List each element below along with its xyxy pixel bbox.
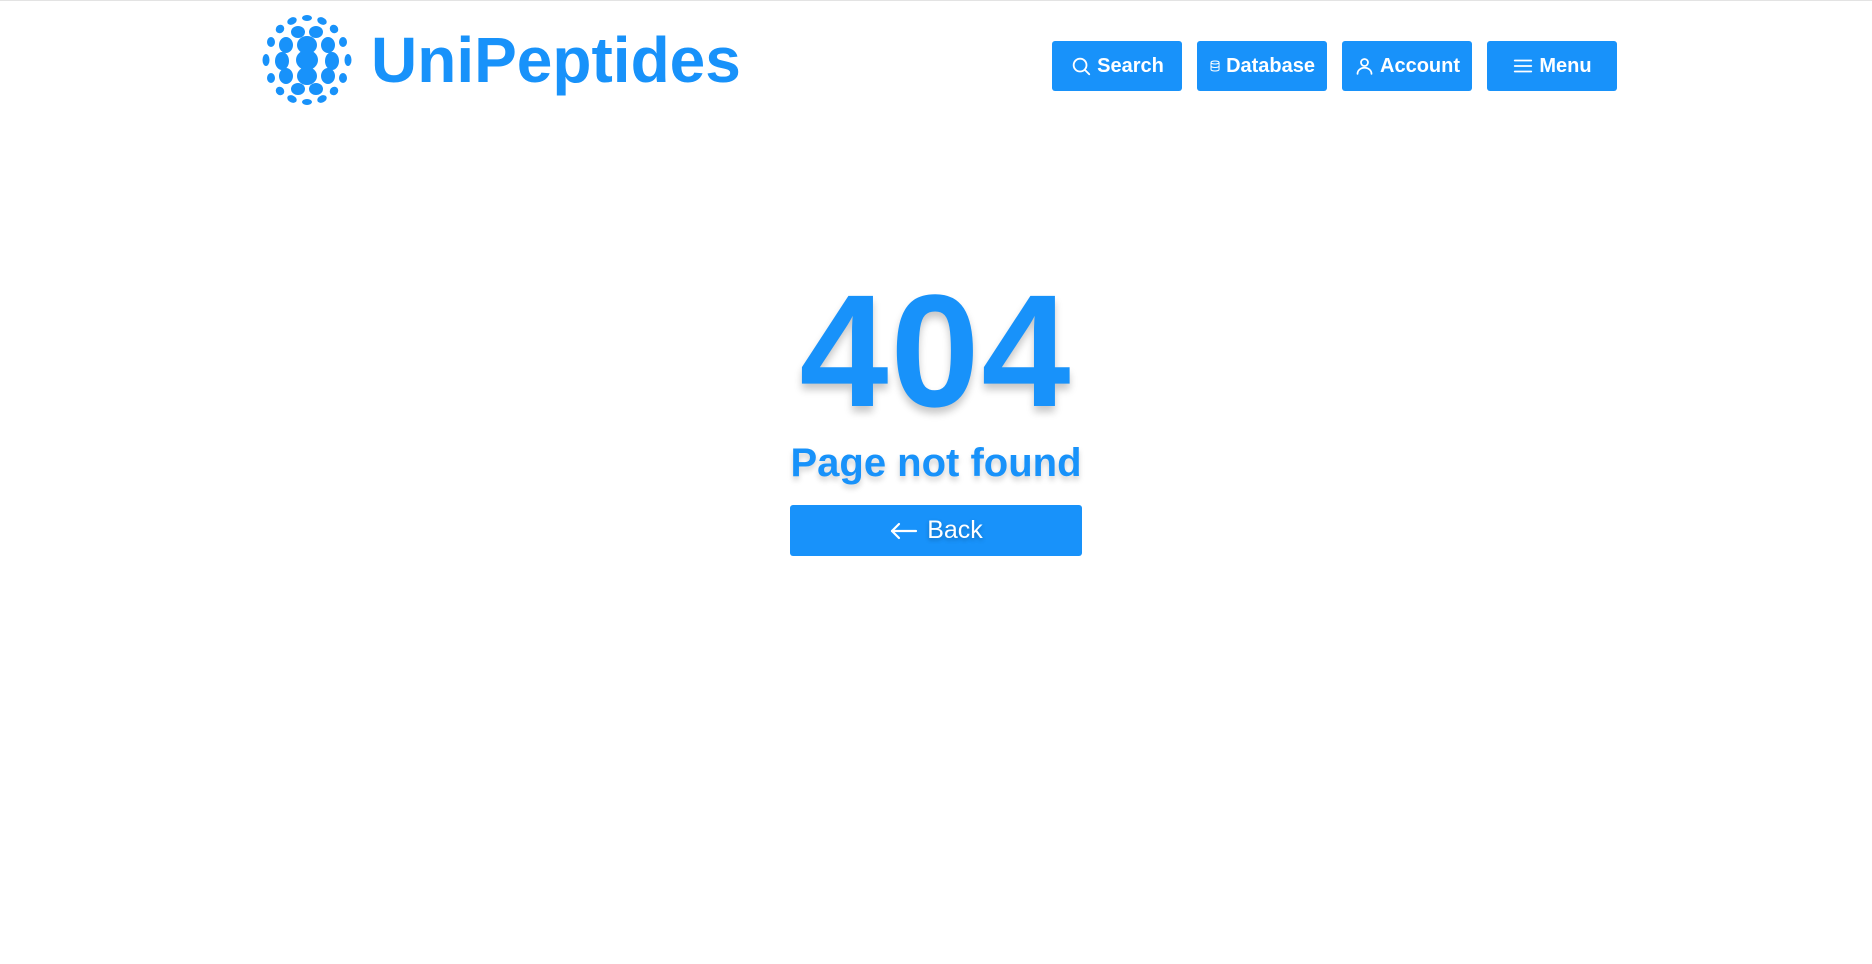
database-button-label: Database xyxy=(1226,54,1315,77)
menu-button-label: Menu xyxy=(1539,54,1592,77)
error-section: 404 Page not found Back xyxy=(0,261,1872,556)
menu-button[interactable]: Menu xyxy=(1487,41,1617,91)
arrow-left-icon xyxy=(891,522,918,539)
page: UniPeptides Search Database Account Menu… xyxy=(0,0,1872,964)
account-button[interactable]: Account xyxy=(1342,41,1472,91)
database-icon xyxy=(1210,60,1220,72)
hamburger-icon xyxy=(1514,59,1533,73)
search-button-label: Search xyxy=(1097,54,1164,77)
search-button[interactable]: Search xyxy=(1052,41,1182,91)
back-button[interactable]: Back xyxy=(790,505,1082,556)
account-button-label: Account xyxy=(1380,54,1460,77)
database-button[interactable]: Database xyxy=(1197,41,1327,91)
top-nav: Search Database Account Menu xyxy=(1052,41,1617,91)
search-icon xyxy=(1072,57,1091,76)
logo-link[interactable]: UniPeptides xyxy=(261,14,741,106)
logo-icon xyxy=(262,15,352,105)
brand-name: UniPeptides xyxy=(371,24,741,96)
back-button-label: Back xyxy=(927,516,983,544)
user-icon xyxy=(1356,58,1373,75)
error-code: 404 xyxy=(799,261,1073,440)
error-message: Page not found xyxy=(790,441,1082,485)
